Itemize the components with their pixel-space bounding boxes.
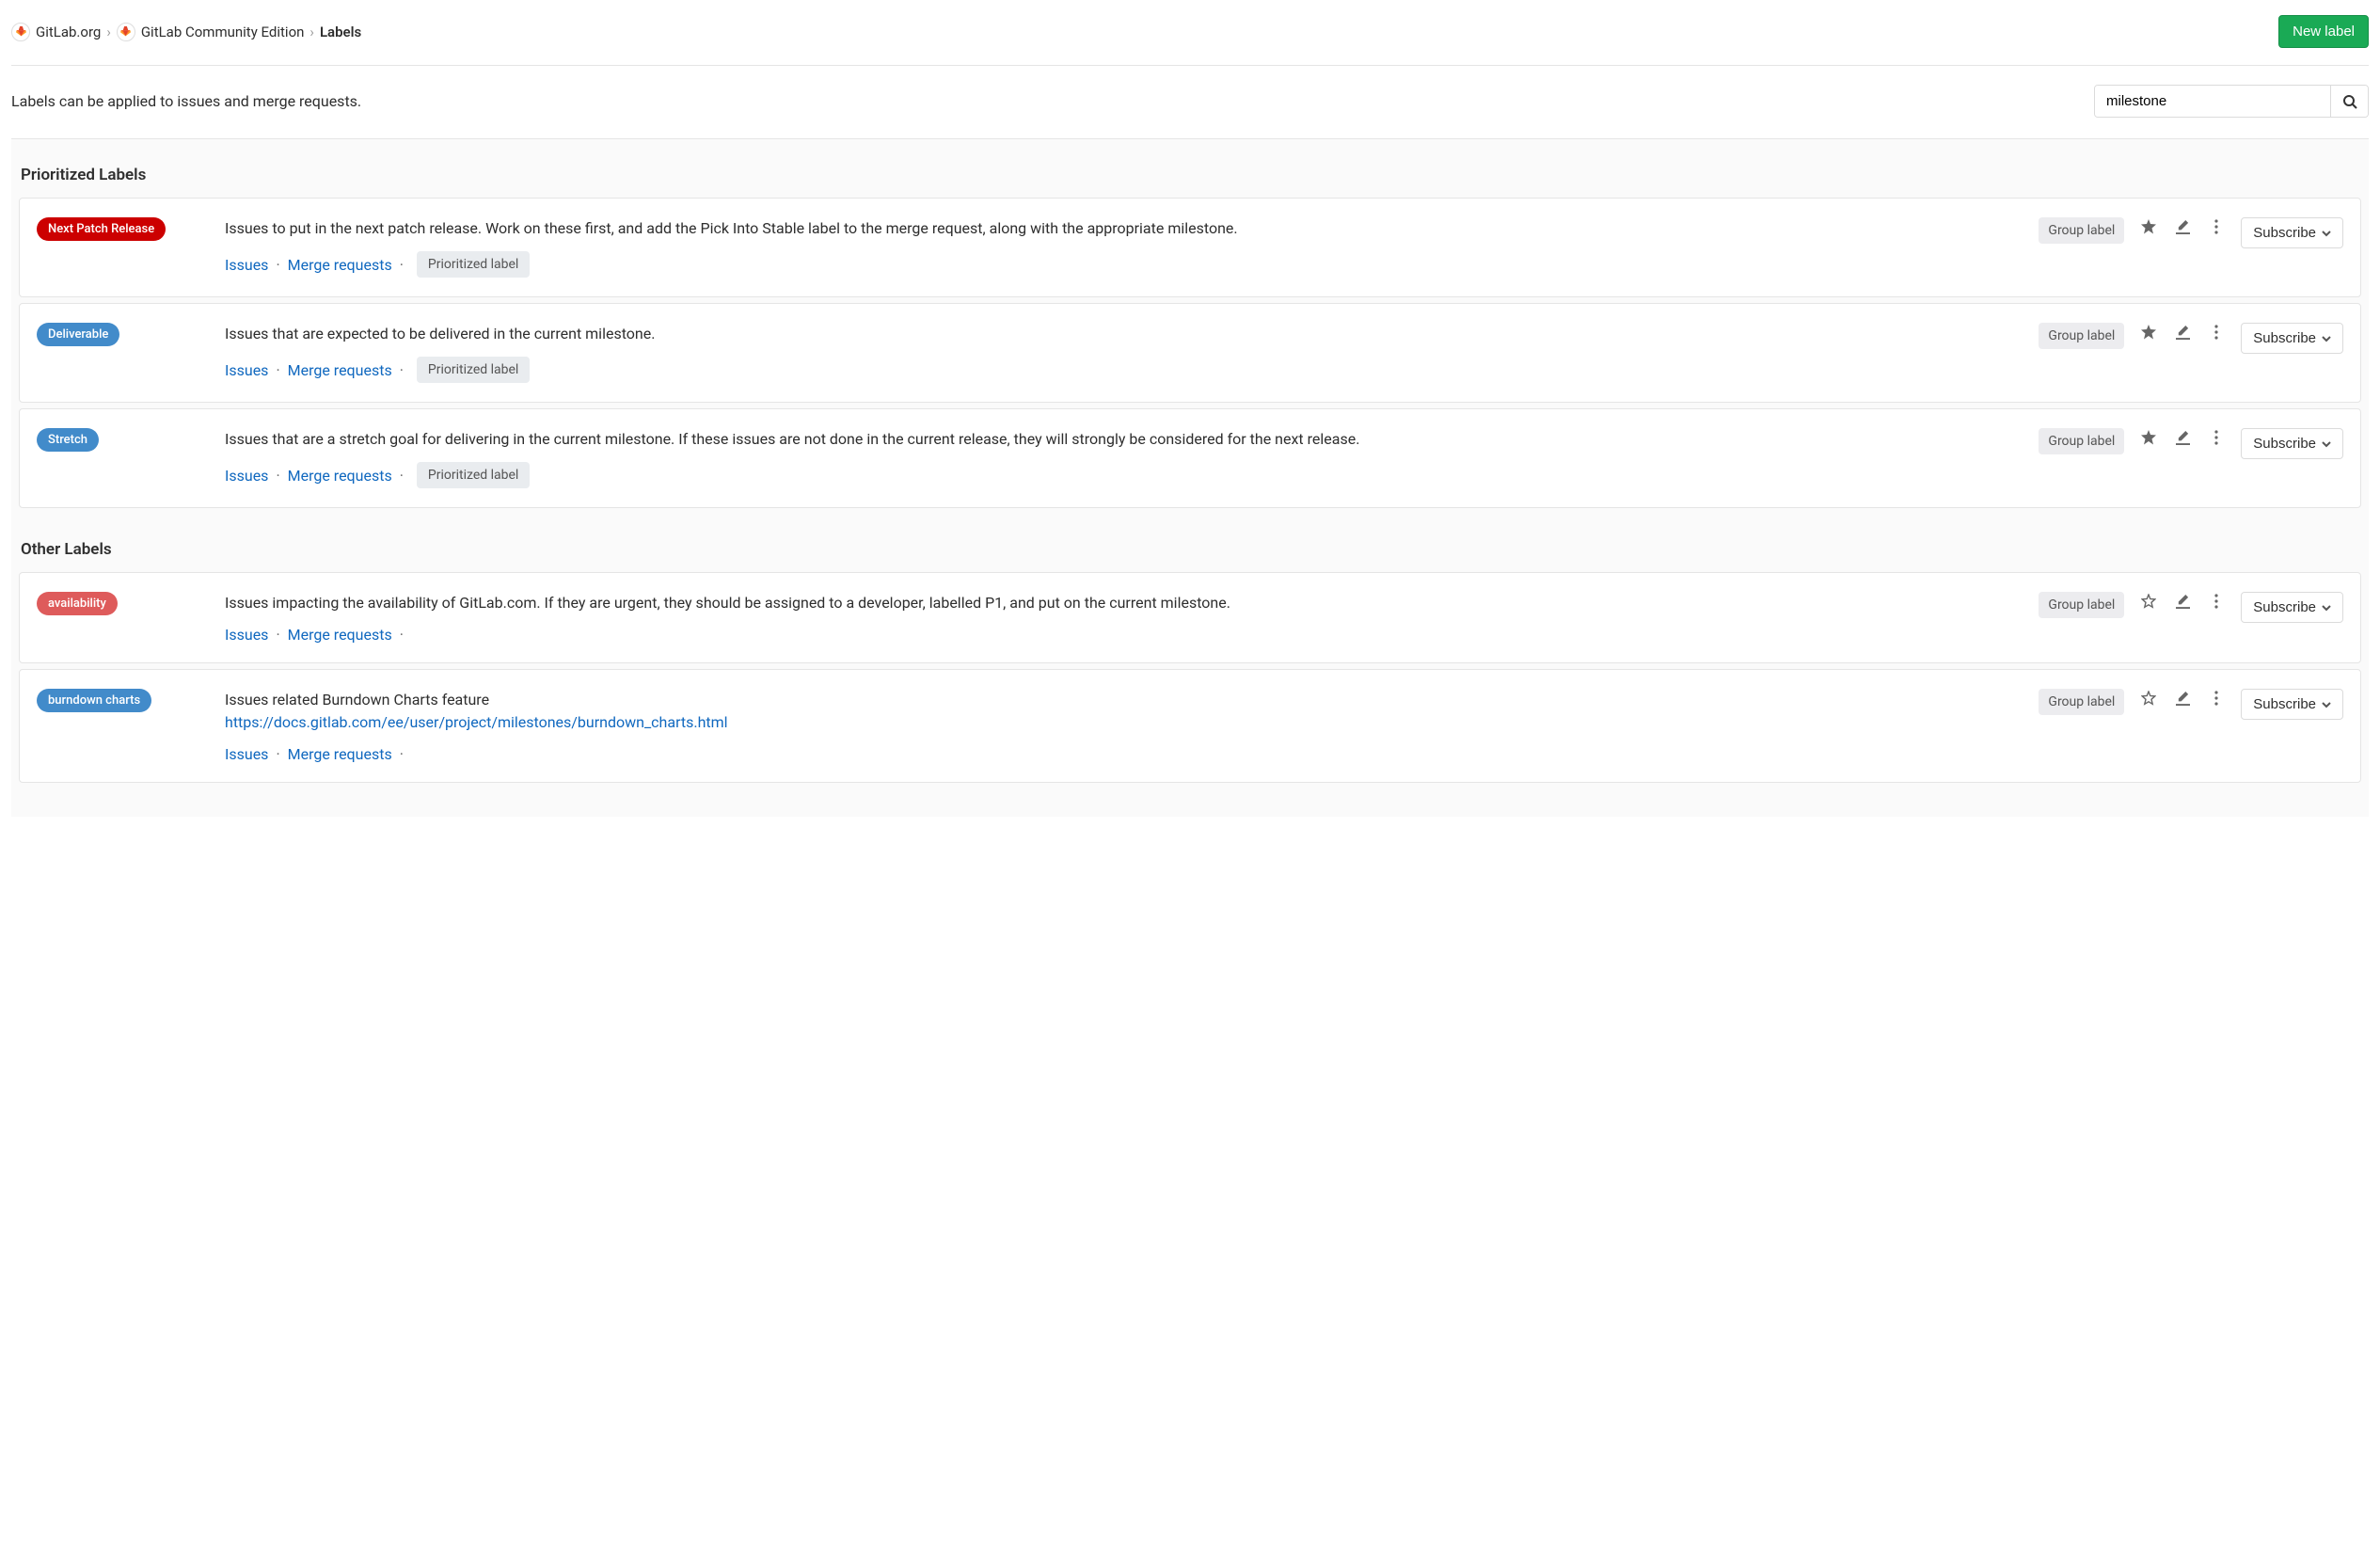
merge-requests-link[interactable]: Merge requests (288, 467, 392, 485)
group-label-badge: Group label (2039, 428, 2124, 454)
breadcrumb-group-label: GitLab.org (36, 24, 101, 40)
new-label-button[interactable]: New label (2278, 15, 2369, 48)
label-pill[interactable]: availability (37, 592, 118, 615)
pencil-icon[interactable] (2173, 217, 2192, 236)
label-description: Issues that are a stretch goal for deliv… (225, 428, 2020, 451)
star-icon[interactable] (2139, 323, 2158, 342)
chevron-down-icon (2322, 229, 2331, 238)
prioritized-chip: Prioritized label (417, 462, 530, 488)
issues-link[interactable]: Issues (225, 745, 268, 763)
label-description: Issues that are expected to be delivered… (225, 323, 2020, 345)
other-heading: Other Labels (19, 540, 2361, 559)
label-row: Next Patch Release Issues to put in the … (19, 198, 2361, 297)
star-icon[interactable] (2139, 592, 2158, 611)
star-icon[interactable] (2139, 428, 2158, 447)
label-row: burndown charts Issues related Burndown … (19, 669, 2361, 783)
merge-requests-link[interactable]: Merge requests (288, 256, 392, 274)
issues-link[interactable]: Issues (225, 256, 268, 274)
prioritized-heading: Prioritized Labels (19, 166, 2361, 184)
search-icon (2342, 94, 2357, 109)
label-row: Deliverable Issues that are expected to … (19, 303, 2361, 403)
star-icon[interactable] (2139, 689, 2158, 708)
issues-link[interactable]: Issues (225, 361, 268, 379)
label-pill[interactable]: Next Patch Release (37, 217, 166, 241)
gitlab-logo-icon (11, 23, 30, 41)
label-description: Issues related Burndown Charts featureht… (225, 689, 2020, 734)
prioritized-labels-section: Prioritized Labels Next Patch Release Is… (11, 139, 2369, 817)
label-row: Stretch Issues that are a stretch goal f… (19, 408, 2361, 508)
merge-requests-link[interactable]: Merge requests (288, 361, 392, 379)
merge-requests-link[interactable]: Merge requests (288, 626, 392, 644)
prioritized-chip: Prioritized label (417, 251, 530, 278)
label-description: Issues to put in the next patch release.… (225, 217, 2020, 240)
label-doc-link[interactable]: https://docs.gitlab.com/ee/user/project/… (225, 713, 728, 731)
breadcrumb-project[interactable]: GitLab Community Edition (117, 23, 305, 41)
kebab-menu-icon[interactable] (2207, 323, 2226, 342)
gitlab-logo-icon (117, 23, 135, 41)
chevron-down-icon (2322, 334, 2331, 343)
search-input[interactable] (2095, 86, 2330, 117)
group-label-badge: Group label (2039, 323, 2124, 349)
label-pill[interactable]: Deliverable (37, 323, 119, 346)
search-container (2094, 85, 2369, 118)
breadcrumb: GitLab.org › GitLab Community Edition › … (11, 23, 361, 41)
breadcrumb-group[interactable]: GitLab.org (11, 23, 101, 41)
issues-link[interactable]: Issues (225, 467, 268, 485)
chevron-down-icon (2322, 603, 2331, 613)
kebab-menu-icon[interactable] (2207, 428, 2226, 447)
breadcrumb-project-label: GitLab Community Edition (141, 24, 305, 40)
pencil-icon[interactable] (2173, 428, 2192, 447)
kebab-menu-icon[interactable] (2207, 592, 2226, 611)
label-description: Issues impacting the availability of Git… (225, 592, 2020, 614)
kebab-menu-icon[interactable] (2207, 217, 2226, 236)
group-label-badge: Group label (2039, 217, 2124, 244)
kebab-menu-icon[interactable] (2207, 689, 2226, 708)
prioritized-chip: Prioritized label (417, 357, 530, 383)
merge-requests-link[interactable]: Merge requests (288, 745, 392, 763)
star-icon[interactable] (2139, 217, 2158, 236)
subscribe-button[interactable]: Subscribe (2241, 689, 2343, 720)
pencil-icon[interactable] (2173, 592, 2192, 611)
label-row: availability Issues impacting the availa… (19, 572, 2361, 663)
breadcrumb-current: Labels (320, 24, 361, 40)
subscribe-button[interactable]: Subscribe (2241, 592, 2343, 623)
chevron-right-icon: › (106, 24, 111, 40)
chevron-right-icon: › (309, 24, 314, 40)
subscribe-button[interactable]: Subscribe (2241, 217, 2343, 248)
group-label-badge: Group label (2039, 592, 2124, 618)
subscribe-button[interactable]: Subscribe (2241, 428, 2343, 459)
chevron-down-icon (2322, 700, 2331, 709)
pencil-icon[interactable] (2173, 323, 2192, 342)
search-button[interactable] (2330, 86, 2368, 117)
labels-intro-text: Labels can be applied to issues and merg… (11, 92, 361, 110)
label-pill[interactable]: Stretch (37, 428, 99, 452)
group-label-badge: Group label (2039, 689, 2124, 715)
pencil-icon[interactable] (2173, 689, 2192, 708)
subscribe-button[interactable]: Subscribe (2241, 323, 2343, 354)
label-pill[interactable]: burndown charts (37, 689, 151, 712)
issues-link[interactable]: Issues (225, 626, 268, 644)
chevron-down-icon (2322, 439, 2331, 449)
